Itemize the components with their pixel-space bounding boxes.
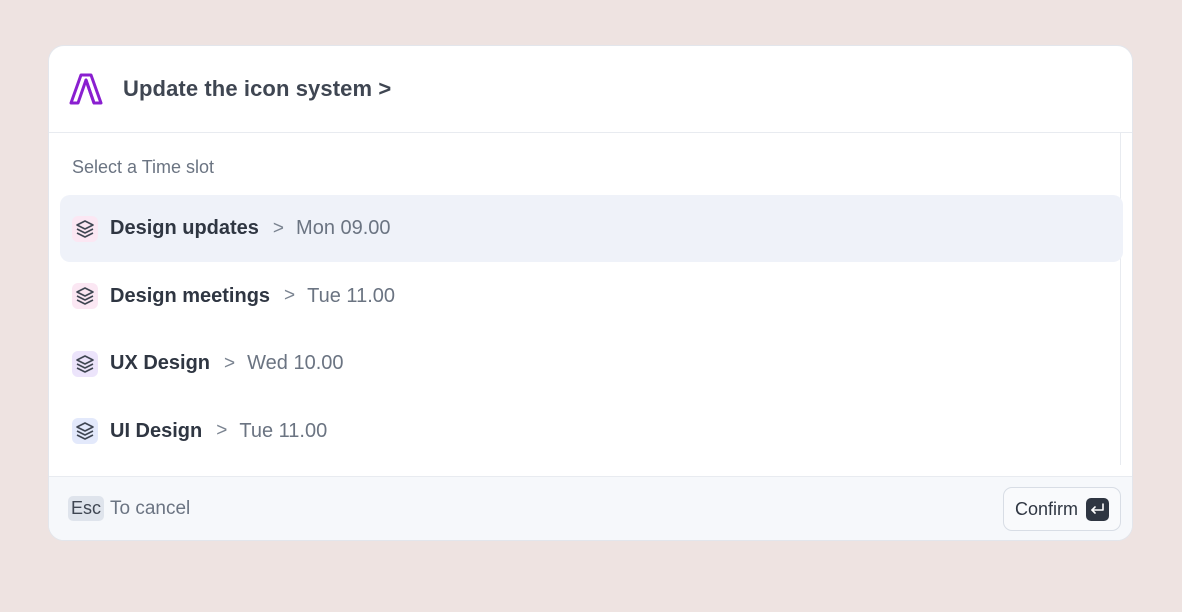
list-item-design-meetings[interactable]: Design meetings > Tue 11.00	[60, 263, 1123, 330]
item-separator: >	[224, 352, 236, 374]
item-time: Mon 09.00	[296, 217, 391, 239]
dialog-footer: Esc To cancel Confirm	[49, 476, 1132, 540]
item-name: UI Design	[110, 419, 203, 442]
item-name: Design meetings	[110, 284, 271, 307]
item-name: UX Design	[110, 352, 211, 374]
list-item-design-updates[interactable]: Design updates > Mon 09.00	[60, 195, 1123, 262]
item-time: Tue 11.00	[239, 419, 328, 442]
item-time: Wed 10.00	[247, 352, 344, 374]
layers-icon	[72, 418, 98, 444]
item-separator: >	[216, 420, 228, 441]
cancel-hint-text: To cancel	[110, 497, 191, 519]
section-label: Select a Time slot	[72, 157, 215, 177]
confirm-label: Confirm	[1014, 498, 1078, 519]
layers-icon	[72, 283, 98, 309]
enter-key-icon	[1086, 497, 1109, 521]
brand-logo-icon	[67, 69, 107, 109]
command-dialog: Update the icon system > Select a Time s…	[48, 45, 1133, 541]
item-separator: >	[272, 217, 285, 239]
item-time: Tue 11.00	[307, 284, 395, 307]
confirm-button[interactable]: Confirm	[1002, 487, 1121, 531]
list-item-ui-design[interactable]: UI Design > Tue 11.00	[60, 398, 1123, 465]
layers-icon	[72, 215, 98, 242]
dialog-body: Select a Time slot Design updates > Mon …	[49, 133, 1132, 477]
dialog-header: Update the icon system >	[49, 46, 1132, 133]
list-item-ux-design[interactable]: UX Design > Wed 10.00	[60, 330, 1123, 397]
item-name: Design updates	[110, 217, 259, 239]
layers-icon	[72, 350, 98, 377]
dialog-title: Update the icon system >	[123, 76, 392, 101]
time-slot-list: Design updates > Mon 09.00 Design meetin…	[60, 195, 1123, 465]
item-separator: >	[284, 285, 296, 306]
esc-key-hint: Esc	[68, 496, 105, 521]
